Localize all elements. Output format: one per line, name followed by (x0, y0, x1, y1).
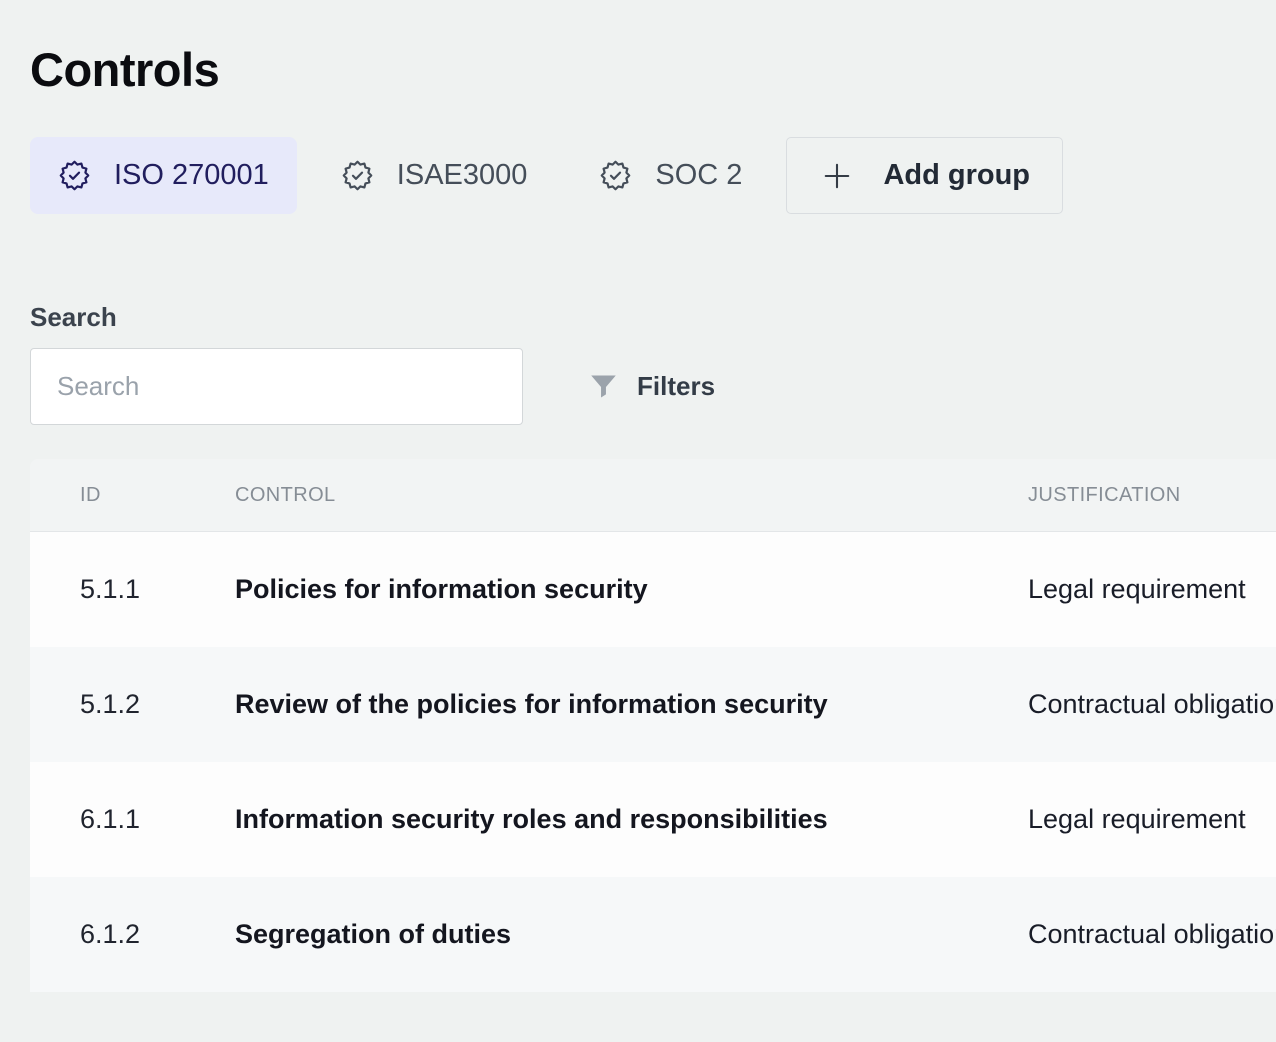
control-justification: Legal requirement (1028, 804, 1276, 835)
column-header-id: ID (30, 484, 235, 507)
table-row[interactable]: 5.1.1 Policies for information security … (30, 532, 1276, 647)
controls-page: Controls ISO 270001 ISAE3000 SOC 2 (0, 42, 1276, 992)
table-row[interactable]: 6.1.2 Segregation of duties Contractual … (30, 877, 1276, 992)
tab-soc-2[interactable]: SOC 2 (571, 137, 770, 214)
control-id: 6.1.1 (30, 804, 235, 835)
table-header-row: ID CONTROL JUSTIFICATION (30, 459, 1276, 532)
controls-table: ID CONTROL JUSTIFICATION 5.1.1 Policies … (30, 459, 1276, 992)
search-row: Filters (30, 348, 1276, 425)
add-group-label: Add group (883, 159, 1030, 192)
tab-label: ISAE3000 (397, 159, 528, 192)
control-name: Segregation of duties (235, 919, 1028, 950)
table-row[interactable]: 6.1.1 Information security roles and res… (30, 762, 1276, 877)
tab-iso-270001[interactable]: ISO 270001 (30, 137, 297, 214)
add-group-button[interactable]: Add group (786, 137, 1063, 214)
control-name: Policies for information security (235, 574, 1028, 605)
search-input[interactable] (30, 348, 523, 425)
tab-label: SOC 2 (655, 159, 742, 192)
page-title: Controls (30, 42, 1276, 97)
tab-label: ISO 270001 (114, 159, 269, 192)
framework-tabs: ISO 270001 ISAE3000 SOC 2 Add group (30, 137, 1276, 214)
control-id: 5.1.1 (30, 574, 235, 605)
badge-check-icon (58, 159, 91, 192)
filters-label: Filters (637, 371, 715, 402)
badge-check-icon (341, 159, 374, 192)
control-name: Review of the policies for information s… (235, 689, 1028, 720)
filter-funnel-icon (588, 371, 619, 402)
control-id: 5.1.2 (30, 689, 235, 720)
table-row[interactable]: 5.1.2 Review of the policies for informa… (30, 647, 1276, 762)
control-justification: Legal requirement (1028, 574, 1276, 605)
control-name: Information security roles and responsib… (235, 804, 1028, 835)
badge-check-icon (599, 159, 632, 192)
filters-button[interactable]: Filters (588, 371, 715, 402)
column-header-control: CONTROL (235, 484, 1028, 507)
control-id: 6.1.2 (30, 919, 235, 950)
control-justification: Contractual obligation (1028, 919, 1276, 950)
tab-isae3000[interactable]: ISAE3000 (313, 137, 556, 214)
search-label: Search (30, 302, 1276, 333)
column-header-justification: JUSTIFICATION (1028, 484, 1276, 507)
control-justification: Contractual obligation (1028, 689, 1276, 720)
plus-icon (819, 158, 855, 194)
